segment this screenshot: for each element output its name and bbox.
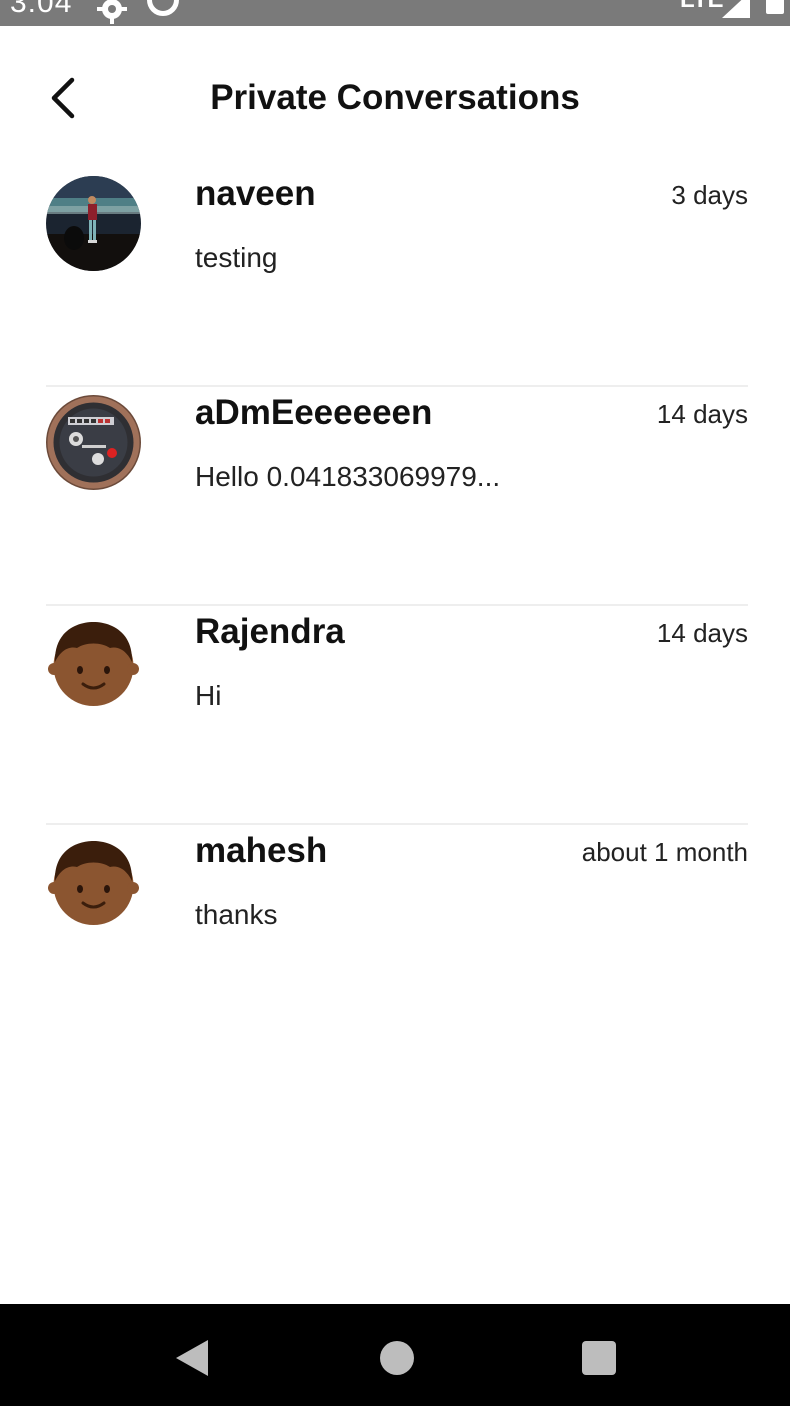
conversation-item-rajendra[interactable]: Rajendra 14 days Hi [46, 606, 748, 825]
contact-name: naveen [195, 174, 316, 213]
conversation-item-mahesh[interactable]: mahesh about 1 month thanks [46, 825, 748, 1042]
avatar[interactable] [46, 833, 141, 928]
nav-back-icon[interactable] [174, 1338, 212, 1378]
conversation-item-naveen[interactable]: naveen 3 days testing [46, 168, 748, 387]
contact-name: aDmEeeeeeen [195, 393, 433, 432]
default-face-avatar-icon [48, 622, 139, 706]
screen: 3:04 LTE Private Conversatio [0, 0, 790, 1406]
timestamp: 3 days [671, 180, 748, 210]
default-face-avatar-icon [48, 841, 139, 925]
nav-recents-icon[interactable] [582, 1341, 616, 1375]
header: Private Conversations [0, 26, 790, 166]
photo-meter-gauge [46, 395, 141, 490]
page-title: Private Conversations [210, 78, 580, 117]
signal-icon [720, 0, 752, 20]
avatar[interactable] [46, 395, 141, 490]
message-preview: Hello 0.041833069979... [195, 461, 501, 492]
photo-person-beach [46, 176, 141, 271]
conversation-item-admeeeeeeen[interactable]: aDmEeeeeeen 14 days Hello 0.041833069979… [46, 387, 748, 606]
avatar[interactable] [46, 614, 141, 709]
timestamp: 14 days [656, 618, 748, 648]
battery-icon [766, 0, 784, 14]
nav-home-icon[interactable] [380, 1341, 414, 1375]
timestamp: about 1 month [581, 837, 748, 867]
timestamp: 14 days [656, 399, 748, 429]
gear-icon [97, 0, 127, 24]
navigation-bar [0, 1304, 790, 1406]
contact-name: mahesh [195, 831, 328, 870]
contact-name: Rajendra [195, 612, 345, 651]
conversation-list: naveen 3 days testing aDmEeeeeeen 14 day… [0, 168, 790, 1042]
sync-circle-icon [147, 0, 179, 16]
avatar[interactable] [46, 176, 141, 271]
network-type: LTE [680, 0, 724, 14]
message-preview: thanks [195, 899, 278, 930]
status-time: 3:04 [10, 0, 73, 19]
message-preview: Hi [195, 680, 222, 711]
status-bar: 3:04 LTE [0, 0, 790, 26]
message-preview: testing [195, 242, 278, 273]
